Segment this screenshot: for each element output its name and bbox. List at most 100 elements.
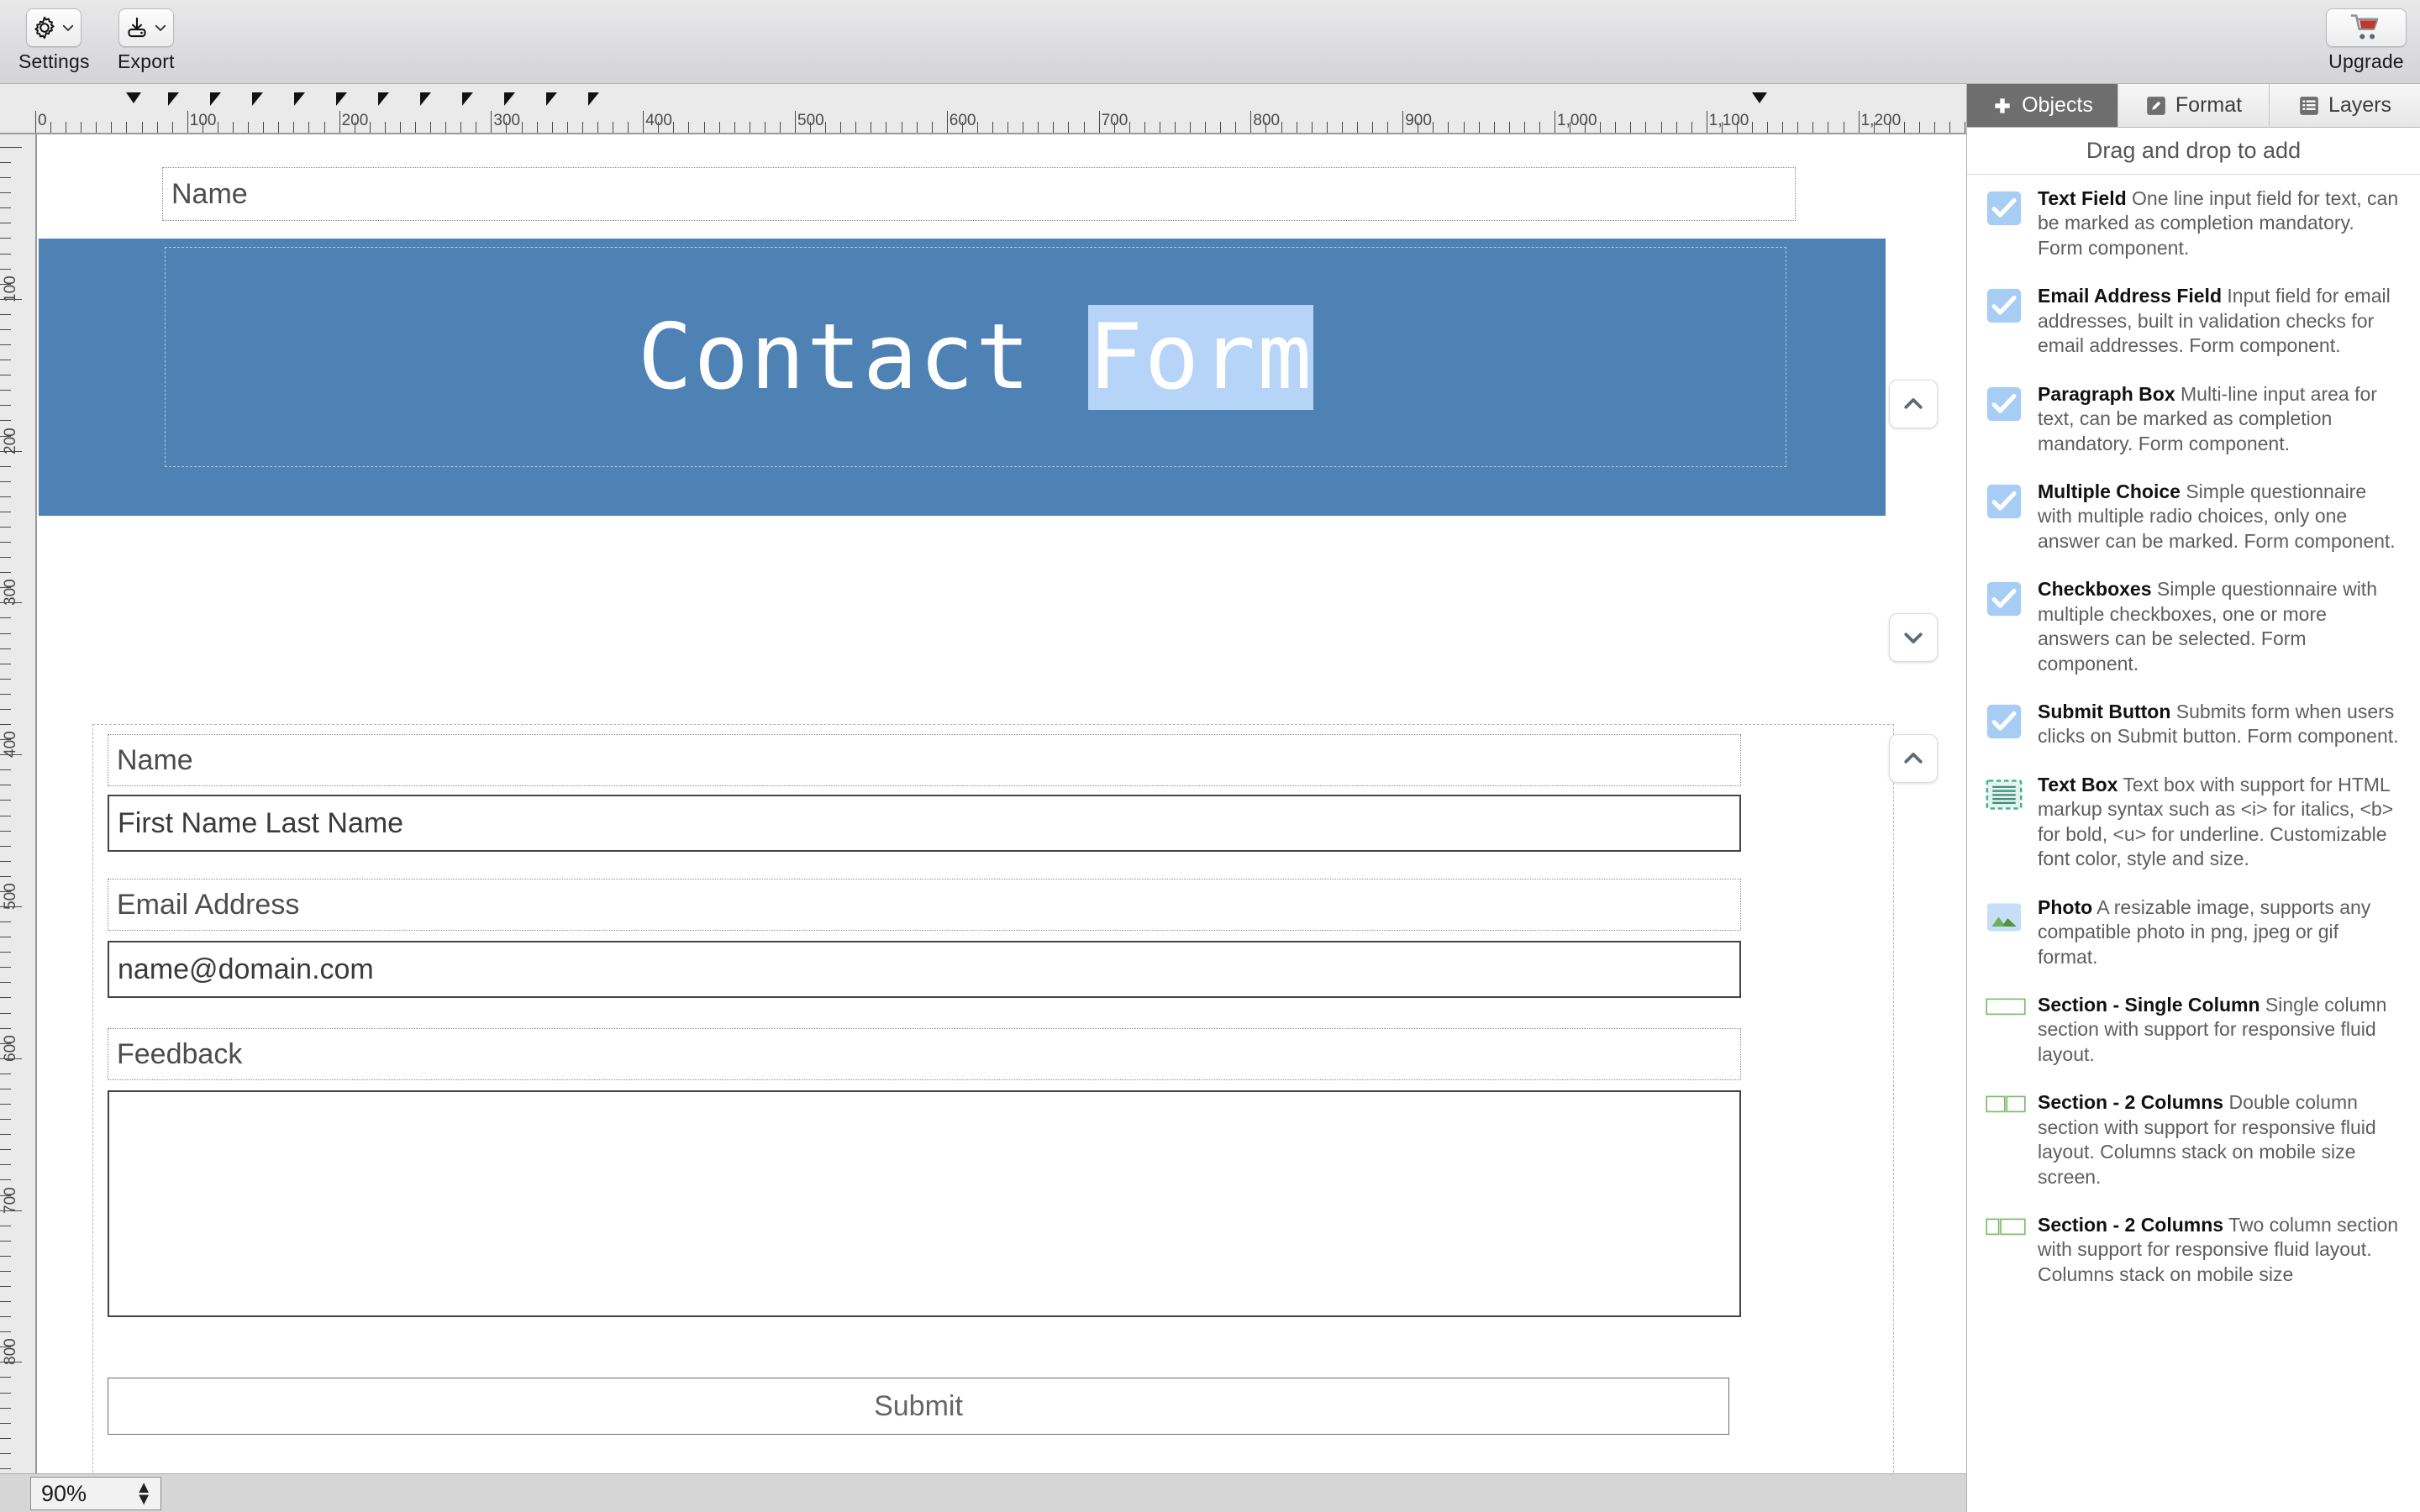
page-title[interactable]: Contact Form bbox=[638, 304, 1314, 410]
ruler-tab-marker[interactable] bbox=[168, 92, 179, 106]
export-label: Export bbox=[118, 50, 175, 72]
textbox-teal-icon bbox=[1986, 776, 2023, 813]
ruler-tick bbox=[0, 967, 11, 969]
top-toolbar: Settings Export Upgrade bbox=[0, 0, 2420, 84]
ruler-tick bbox=[1038, 122, 1039, 133]
ruler-label: 600 bbox=[949, 112, 976, 129]
ruler-tick bbox=[0, 997, 11, 999]
object-list-item[interactable]: Section - Single Column Single column se… bbox=[1967, 981, 2420, 1079]
ruler-tick bbox=[825, 122, 827, 133]
upgrade-button[interactable] bbox=[2326, 8, 2407, 47]
object-item-text: Text Field One line input field for text… bbox=[2038, 186, 2403, 260]
zoom-control[interactable]: 90% ▲ ▼ bbox=[30, 1477, 161, 1510]
banner-move-up-button[interactable] bbox=[1889, 380, 1938, 428]
object-list-item[interactable]: Paragraph Box Multi-line input area for … bbox=[1967, 370, 2420, 468]
object-item-text: Text Box Text box with support for HTML … bbox=[2038, 773, 2403, 872]
ruler-tick bbox=[521, 122, 523, 133]
object-list[interactable]: Text Field One line input field for text… bbox=[1967, 175, 2420, 1512]
ruler-tick bbox=[0, 845, 11, 847]
object-item-title: Multiple Choice bbox=[2038, 480, 2181, 502]
ruler-tick bbox=[1448, 122, 1449, 133]
ruler-tick bbox=[0, 952, 11, 953]
object-item-text: Email Address Field Input field for emai… bbox=[2038, 284, 2403, 358]
email-input[interactable]: name@domain.com bbox=[108, 941, 1741, 998]
feedback-textarea[interactable] bbox=[108, 1090, 1741, 1317]
settings-dropdown-chevron-icon[interactable] bbox=[60, 20, 76, 35]
horizontal-ruler[interactable]: 0 100 200 300 400 500 600 700 800 900 1,000 1,100 1,… bbox=[0, 84, 1966, 134]
ruler-tab-marker[interactable] bbox=[462, 92, 473, 106]
ruler-tab-marker[interactable] bbox=[504, 92, 515, 106]
upgrade-label: Upgrade bbox=[2328, 50, 2404, 72]
ruler-tick bbox=[1600, 122, 1602, 133]
submit-button[interactable]: Submit bbox=[108, 1378, 1729, 1435]
object-list-item[interactable]: Section - 2 Columns Two column section w… bbox=[1967, 1201, 2420, 1299]
object-list-item[interactable]: Checkboxes Simple questionnaire with mul… bbox=[1967, 565, 2420, 688]
object-item-text: Submit Button Submits form when users cl… bbox=[2038, 700, 2403, 749]
ruler-tick bbox=[0, 1437, 11, 1439]
ruler-tab-marker[interactable] bbox=[336, 92, 347, 106]
ruler-width-indicator[interactable] bbox=[1752, 92, 1768, 103]
ruler-tick bbox=[445, 122, 447, 133]
ruler-tick bbox=[1144, 122, 1145, 133]
settings-button[interactable] bbox=[26, 8, 82, 47]
ruler-tick bbox=[1676, 122, 1677, 133]
banner-text-box[interactable]: Contact Form bbox=[165, 247, 1786, 467]
ruler-tick bbox=[1356, 122, 1358, 133]
ruler-tick bbox=[141, 122, 143, 133]
ruler-tab-marker[interactable] bbox=[252, 92, 263, 106]
object-list-item[interactable]: Photo A resizable image, supports any co… bbox=[1967, 884, 2420, 981]
ruler-tab-marker[interactable] bbox=[420, 92, 431, 106]
ruler-tick bbox=[0, 527, 11, 528]
ruler-tab-marker[interactable] bbox=[294, 92, 305, 106]
header-banner-section[interactable]: Contact Form bbox=[39, 239, 1886, 516]
ruler-tick bbox=[1007, 122, 1009, 133]
photo-icon bbox=[1986, 899, 2023, 936]
tab-layers[interactable]: Layers bbox=[2270, 84, 2420, 127]
ruler-tick bbox=[1539, 122, 1540, 133]
name-label-box[interactable]: Name bbox=[108, 734, 1741, 786]
ruler-tab-marker[interactable] bbox=[546, 92, 557, 106]
name-label[interactable]: Name bbox=[162, 167, 1796, 221]
object-list-item[interactable]: Section - 2 Columns Double column sectio… bbox=[1967, 1079, 2420, 1201]
object-list-item[interactable]: Multiple Choice Simple questionnaire wit… bbox=[1967, 468, 2420, 565]
ruler-tick bbox=[0, 572, 11, 574]
ruler-tick bbox=[0, 268, 11, 270]
vertical-ruler[interactable]: 100200300400500600700800900 bbox=[0, 134, 37, 1488]
zoom-decrease-icon[interactable]: ▼ bbox=[135, 1491, 152, 1508]
ruler-tick bbox=[0, 147, 22, 148]
object-list-item[interactable]: Text Field One line input field for text… bbox=[1967, 175, 2420, 272]
object-list-item[interactable]: Submit Button Submits form when users cl… bbox=[1967, 688, 2420, 761]
ruler-tab-marker[interactable] bbox=[210, 92, 221, 106]
zoom-stepper[interactable]: ▲ ▼ bbox=[135, 1479, 152, 1508]
tab-format[interactable]: Format bbox=[2118, 84, 2270, 127]
ruler-tick bbox=[0, 1467, 11, 1469]
ruler-tick bbox=[1387, 122, 1389, 133]
tab-layers-label: Layers bbox=[2328, 93, 2392, 117]
page-title-selected: Form bbox=[1088, 304, 1314, 410]
ruler-tick bbox=[1083, 122, 1085, 133]
object-list-item[interactable]: Text Box Text box with support for HTML … bbox=[1967, 761, 2420, 884]
object-list-item[interactable]: Email Address Field Input field for emai… bbox=[1967, 272, 2420, 370]
ruler-tick bbox=[0, 542, 11, 543]
ruler-tick bbox=[1175, 122, 1176, 133]
form-move-up-button[interactable] bbox=[1889, 734, 1938, 783]
feedback-label-box[interactable]: Feedback bbox=[108, 1028, 1741, 1080]
design-canvas[interactable]: Contact Form Name Name First Name Last N… bbox=[39, 136, 1966, 1488]
export-dropdown-chevron-icon[interactable] bbox=[153, 20, 168, 35]
ruler-tab-marker[interactable] bbox=[126, 92, 141, 103]
ruler-tick bbox=[597, 122, 598, 133]
ruler-tick bbox=[81, 122, 82, 133]
ruler-tick bbox=[581, 122, 583, 133]
upgrade-tool-group: Upgrade bbox=[2326, 8, 2407, 73]
banner-move-down-button[interactable] bbox=[1889, 613, 1938, 662]
ruler-tick bbox=[703, 122, 705, 133]
ruler-tab-marker[interactable] bbox=[378, 92, 389, 106]
email-label-box[interactable]: Email Address bbox=[108, 879, 1741, 931]
ruler-tick bbox=[0, 1255, 11, 1257]
ruler-tab-marker[interactable] bbox=[588, 92, 599, 106]
name-input[interactable]: First Name Last Name bbox=[108, 795, 1741, 852]
export-button[interactable] bbox=[118, 8, 174, 47]
ruler-tick bbox=[688, 122, 690, 133]
tab-objects[interactable]: Objects bbox=[1967, 84, 2118, 127]
chevron-up-icon bbox=[1904, 753, 1923, 764]
